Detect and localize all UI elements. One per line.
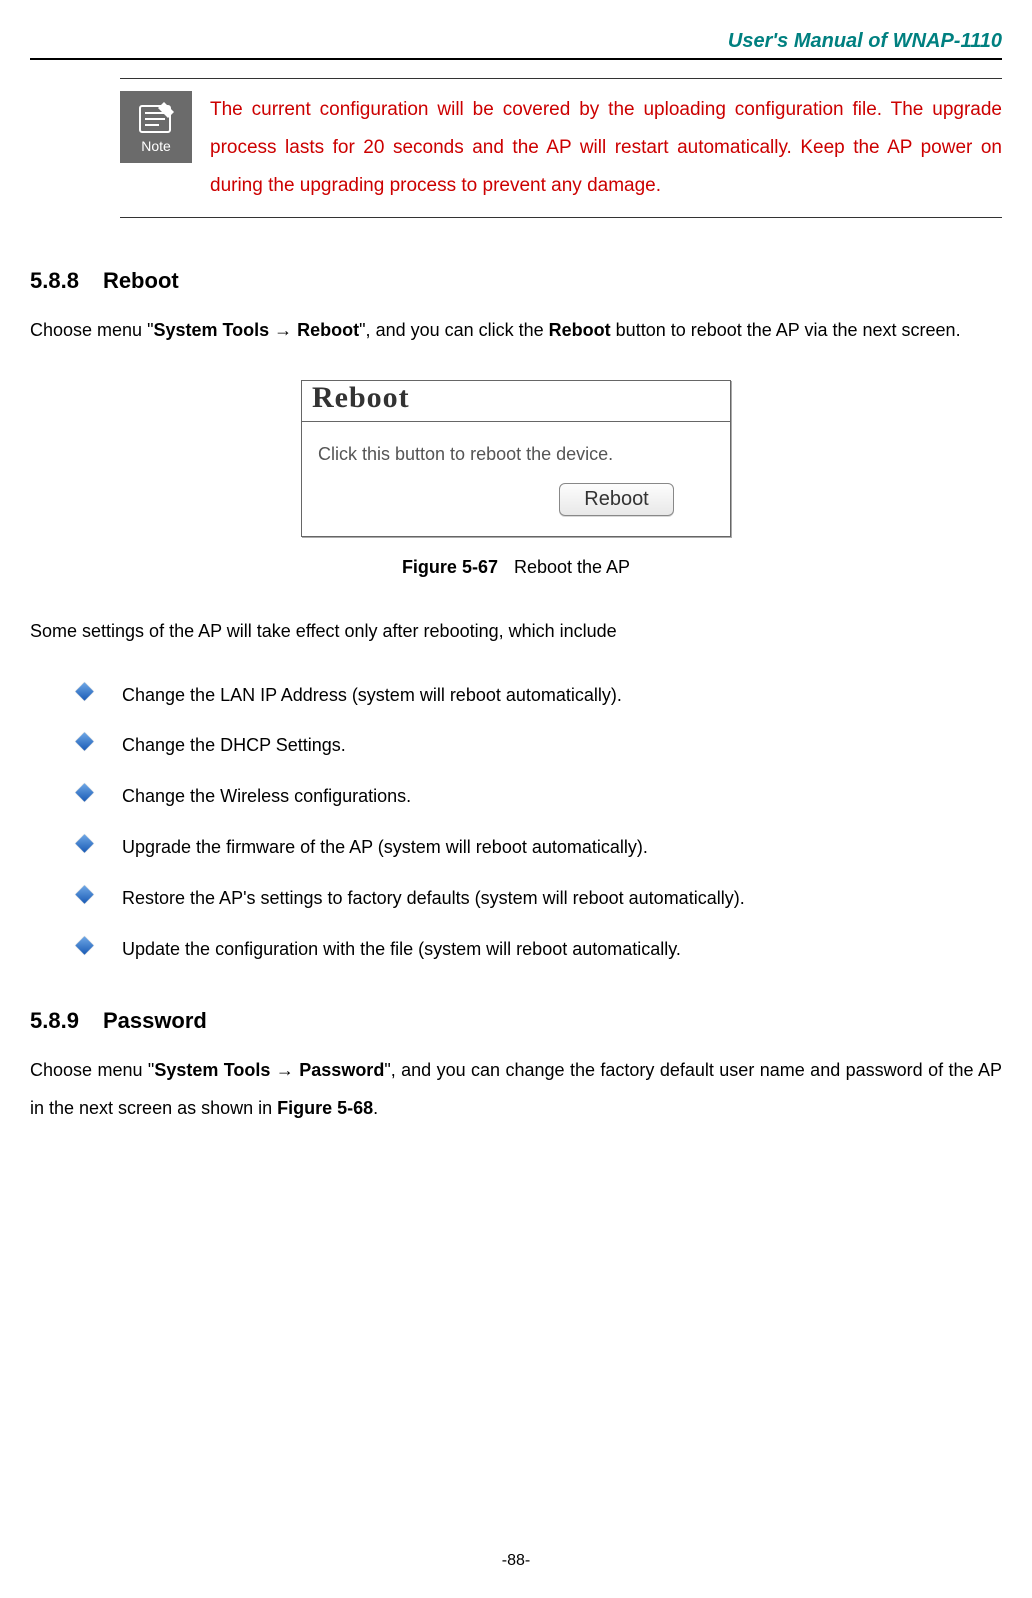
section-number: 5.8.8: [30, 268, 79, 293]
list-item: Restore the AP's settings to factory def…: [70, 884, 1002, 913]
section-password: 5.8.9 Password Choose menu "System Tools …: [30, 1008, 1002, 1128]
figure-reboot: Reboot Click this button to reboot the d…: [30, 380, 1002, 578]
page-header: User's Manual of WNAP-1110: [30, 30, 1002, 60]
list-item: Upgrade the firmware of the AP (system w…: [70, 833, 1002, 862]
reboot-intro: Choose menu "System Tools → Reboot", and…: [30, 312, 1002, 350]
effects-intro: Some settings of the AP will take effect…: [30, 613, 1002, 651]
note-icon-label: Note: [141, 138, 171, 154]
section-title: Reboot: [103, 268, 179, 293]
reboot-dialog: Reboot Click this button to reboot the d…: [301, 380, 731, 537]
section-reboot: 5.8.8 Reboot Choose menu "System Tools → …: [30, 268, 1002, 963]
note-block: Note The current configuration will be c…: [120, 78, 1002, 218]
reboot-dialog-text: Click this button to reboot the device.: [318, 444, 714, 465]
figure-label: Figure 5-67: [402, 557, 498, 577]
list-item: Change the DHCP Settings.: [70, 731, 1002, 760]
section-title: Password: [103, 1008, 207, 1033]
reboot-dialog-body: Click this button to reboot the device. …: [302, 422, 730, 536]
figure-text: Reboot the AP: [514, 557, 630, 577]
password-intro: Choose menu "System Tools → Password", a…: [30, 1052, 1002, 1128]
reboot-dialog-title: Reboot: [302, 381, 730, 422]
section-number: 5.8.9: [30, 1008, 79, 1033]
figure-caption: Figure 5-67 Reboot the AP: [402, 557, 630, 578]
section-heading-reboot: 5.8.8 Reboot: [30, 268, 1002, 294]
list-item: Update the configuration with the file (…: [70, 935, 1002, 964]
section-heading-password: 5.8.9 Password: [30, 1008, 1002, 1034]
manual-title: User's Manual of WNAP-1110: [728, 30, 1002, 52]
page-number: -88-: [0, 1552, 1032, 1570]
note-icon: Note: [120, 91, 192, 163]
list-item: Change the LAN IP Address (system will r…: [70, 681, 1002, 710]
effects-list: Change the LAN IP Address (system will r…: [70, 681, 1002, 964]
reboot-button[interactable]: Reboot: [559, 483, 674, 516]
list-item: Change the Wireless configurations.: [70, 782, 1002, 811]
note-text: The current configuration will be covere…: [210, 91, 1002, 205]
